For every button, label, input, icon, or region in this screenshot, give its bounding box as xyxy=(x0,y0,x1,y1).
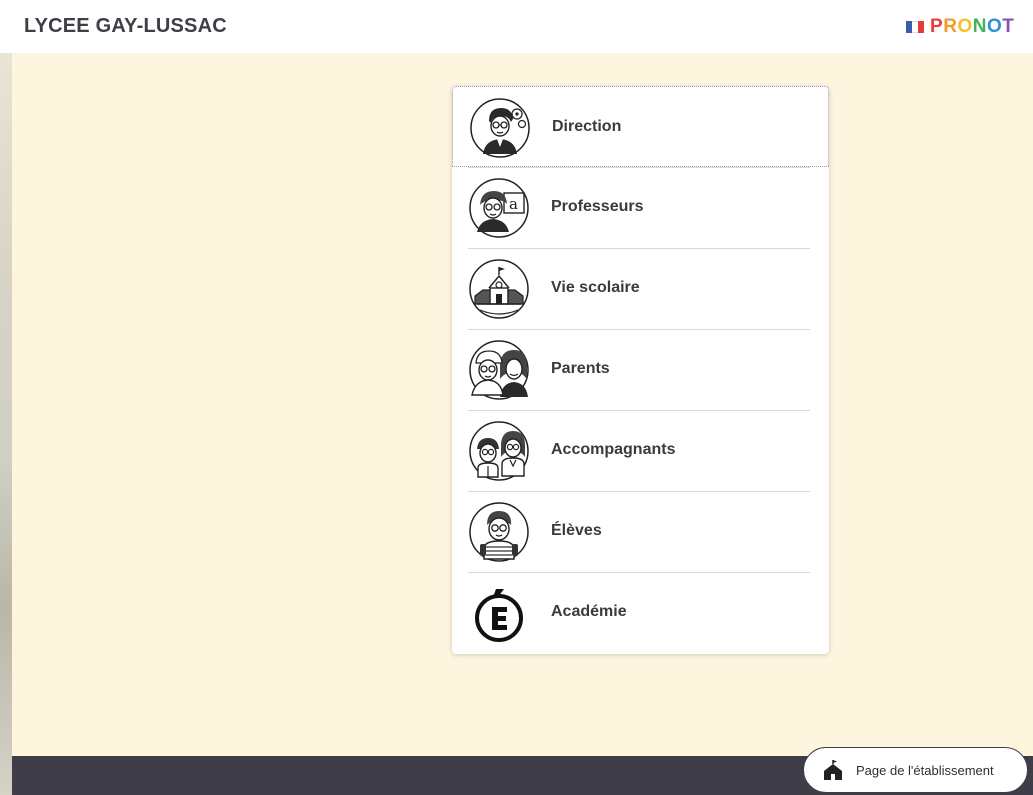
companions-icon xyxy=(468,420,530,482)
divider xyxy=(468,491,810,492)
profile-item-academie[interactable]: Académie xyxy=(452,572,829,653)
profile-label-professeurs: Professeurs xyxy=(551,198,644,215)
divider xyxy=(468,572,810,573)
profile-item-direction[interactable]: Direction xyxy=(452,86,829,167)
profile-item-eleves[interactable]: Élèves xyxy=(452,491,829,572)
divider xyxy=(468,329,810,330)
svg-text:a: a xyxy=(509,195,518,213)
director-icon xyxy=(469,97,531,159)
brand-letter: O xyxy=(986,16,1003,37)
brand-letter: T xyxy=(1002,16,1015,37)
academie-e-logo xyxy=(468,582,530,644)
profile-item-vie-scolaire[interactable]: Vie scolaire xyxy=(452,248,829,329)
brand-letter: R xyxy=(943,16,958,37)
profile-label-accompagnants: Accompagnants xyxy=(551,441,676,458)
establishment-page-button[interactable]: Page de l'établissement xyxy=(803,747,1028,793)
header: LYCEE GAY-LUSSAC PRONOT xyxy=(0,0,1033,53)
school-house-icon xyxy=(822,759,844,781)
profile-item-parents[interactable]: Parents xyxy=(452,329,829,410)
french-flag-icon xyxy=(906,21,924,33)
student-icon xyxy=(468,501,530,563)
parents-icon xyxy=(468,339,530,401)
pronote-logo: PRONOT xyxy=(906,15,1014,39)
divider xyxy=(468,167,810,168)
profile-label-direction: Direction xyxy=(552,118,622,135)
profile-label-vie-scolaire: Vie scolaire xyxy=(551,279,640,296)
profile-item-accompagnants[interactable]: Accompagnants xyxy=(452,410,829,491)
brand-letter: P xyxy=(930,16,944,37)
profile-selection-card: Direction a Professeurs Vie scolaire Par… xyxy=(452,86,829,654)
divider xyxy=(468,248,810,249)
profile-item-professeurs[interactable]: a Professeurs xyxy=(452,167,829,248)
profile-label-eleves: Élèves xyxy=(551,522,602,539)
brand-letter: O xyxy=(957,16,973,37)
divider xyxy=(468,410,810,411)
school-name: LYCEE GAY-LUSSAC xyxy=(24,15,227,37)
background-photo-strip xyxy=(0,53,12,795)
profile-label-academie: Académie xyxy=(551,603,627,620)
establishment-page-label: Page de l'établissement xyxy=(856,763,994,778)
school-building-icon xyxy=(468,258,530,320)
profile-label-parents: Parents xyxy=(551,360,610,377)
brand-name: PRONOT xyxy=(930,16,1014,38)
brand-letter: N xyxy=(972,16,987,37)
teacher-icon: a xyxy=(468,177,530,239)
